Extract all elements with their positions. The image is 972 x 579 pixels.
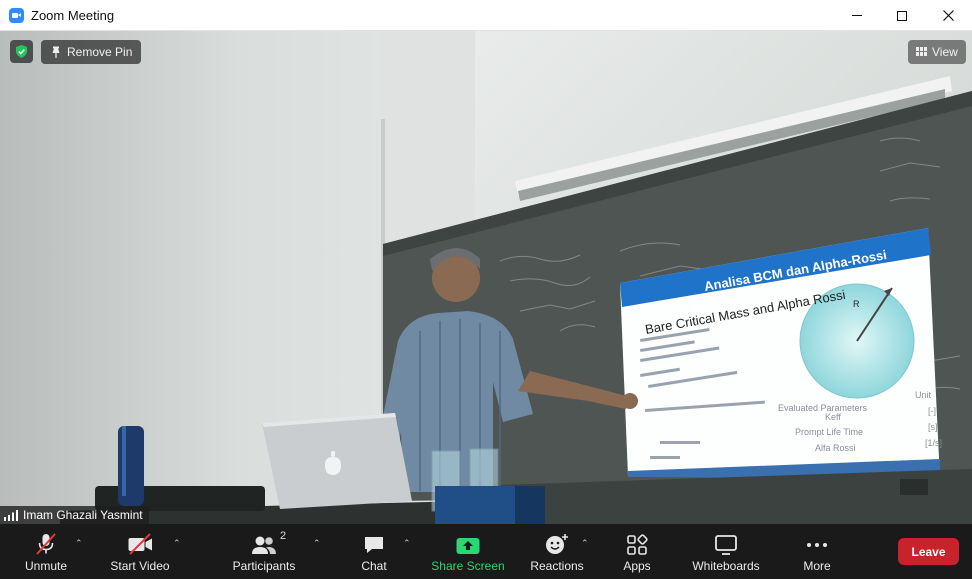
slide-row-unit: [-] (928, 406, 936, 416)
signal-strength-icon (4, 509, 18, 521)
pin-icon (52, 46, 60, 58)
slide-row-unit: [1/s] (925, 438, 942, 448)
video-camera-off-icon (128, 533, 152, 555)
video-options-caret-icon[interactable]: ⌃ (173, 538, 181, 549)
meeting-toolbar: Unmute ⌃ Start Video ⌃ Participants 2 ⌃ (0, 524, 972, 579)
chat-button[interactable]: Chat (356, 524, 392, 579)
share-screen-icon (456, 538, 480, 554)
apps-button[interactable]: Apps (617, 524, 657, 579)
leave-button[interactable]: Leave (898, 538, 959, 565)
unmute-label: Unmute (24, 559, 68, 573)
maximize-icon (897, 10, 907, 21)
video-feed[interactable]: R Analisa BCM dan Alpha-Rossi Bare Criti… (0, 31, 972, 524)
whiteboards-label: Whiteboards (692, 559, 760, 573)
slide-unit-header: Unit (915, 390, 932, 400)
audio-options-caret-icon[interactable]: ⌃ (75, 538, 83, 549)
chat-label: Chat (361, 559, 387, 573)
maximize-button[interactable] (879, 0, 925, 31)
slide-radius-label: R (853, 299, 860, 309)
minimize-icon (852, 15, 862, 16)
participants-label: Participants (232, 559, 296, 573)
remove-pin-label: Remove Pin (67, 45, 133, 59)
window-title: Zoom Meeting (31, 8, 115, 23)
unmute-button[interactable]: Unmute (20, 524, 72, 579)
view-label: View (932, 45, 958, 59)
zoom-app-icon (9, 8, 24, 23)
whiteboards-button[interactable]: Whiteboards (688, 524, 764, 579)
encryption-shield-button[interactable] (10, 40, 33, 63)
participants-icon (252, 536, 276, 554)
reactions-smiley-icon (546, 534, 568, 554)
microphone-muted-icon (36, 533, 56, 555)
start-video-button[interactable]: Start Video (106, 524, 174, 579)
video-scene: R Analisa BCM dan Alpha-Rossi Bare Criti… (0, 31, 972, 524)
slide-row-name: Prompt Life Time (795, 427, 863, 437)
view-button[interactable]: View (908, 40, 966, 64)
slide-row-name: Keff (825, 412, 841, 422)
start-video-label: Start Video (110, 559, 170, 573)
slide-params-header: Evaluated Parameters (778, 403, 868, 413)
close-button[interactable] (925, 0, 971, 31)
participants-options-caret-icon[interactable]: ⌃ (313, 538, 321, 549)
apps-icon (627, 534, 648, 555)
minimize-button[interactable] (834, 0, 880, 31)
grid-view-icon (916, 47, 927, 56)
slide-row-unit: [s] (928, 422, 938, 432)
title-bar: Zoom Meeting (0, 0, 972, 31)
participant-name-tag: Imam Ghazali Yasmint (0, 506, 149, 524)
share-screen-button[interactable]: Share Screen (430, 524, 506, 579)
chat-options-caret-icon[interactable]: ⌃ (403, 538, 411, 549)
chat-bubble-icon (365, 537, 383, 553)
whiteboard-icon (715, 535, 737, 555)
reactions-options-caret-icon[interactable]: ⌃ (581, 538, 589, 549)
participants-count: 2 (280, 530, 287, 542)
more-button[interactable]: More (797, 524, 837, 579)
remove-pin-button[interactable]: Remove Pin (41, 40, 142, 64)
reactions-button[interactable]: Reactions (528, 524, 586, 579)
share-screen-label: Share Screen (431, 559, 505, 573)
more-label: More (803, 559, 831, 573)
shield-check-icon (16, 45, 27, 58)
apps-label: Apps (623, 559, 651, 573)
more-dots-icon (807, 543, 827, 547)
slide-row-name: Alfa Rossi (815, 443, 856, 453)
participants-button[interactable]: Participants (228, 524, 300, 579)
close-icon (942, 10, 954, 21)
participant-name: Imam Ghazali Yasmint (23, 508, 143, 522)
reactions-label: Reactions (530, 559, 584, 573)
